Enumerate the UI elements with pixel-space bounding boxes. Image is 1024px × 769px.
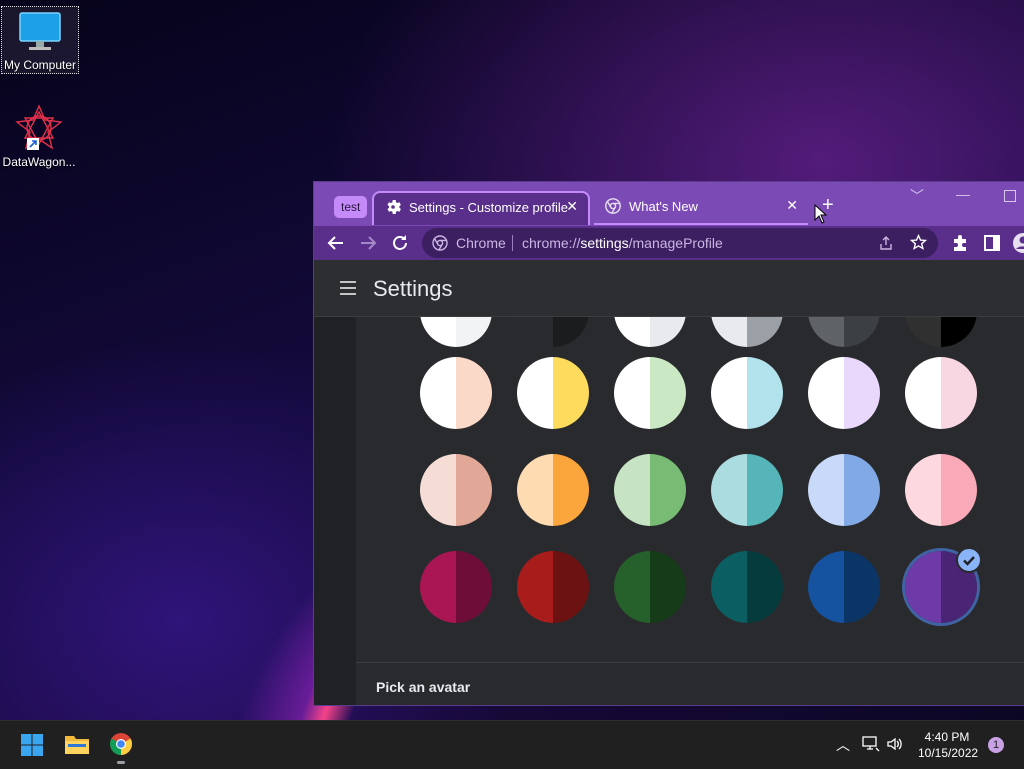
side-panel-icon[interactable] xyxy=(981,232,1003,254)
bookmark-star-icon[interactable] xyxy=(910,234,927,251)
settings-nav-gutter xyxy=(314,317,356,705)
theme-color-swatch[interactable] xyxy=(517,357,589,429)
address-bar[interactable]: Chrome chrome://settings/manageProfile xyxy=(422,228,938,258)
chrome-window: test Settings - Customize profile ✕ What… xyxy=(314,182,1024,705)
notification-badge[interactable]: 1 xyxy=(988,737,1004,753)
desktop-icon-label: DataWagon... xyxy=(1,155,77,169)
tab-title: Settings - Customize profile xyxy=(409,200,568,215)
theme-color-swatch[interactable] xyxy=(614,357,686,429)
maximize-button[interactable] xyxy=(1004,190,1016,202)
desktop-icon-label: My Computer xyxy=(2,58,78,72)
chevron-up-icon[interactable]: ︿ xyxy=(836,735,850,755)
forward-arrow-icon[interactable] xyxy=(357,232,379,254)
desktop-icon-datawagon[interactable]: DataWagon... xyxy=(1,104,77,172)
theme-color-swatch[interactable] xyxy=(808,551,880,623)
theme-color-swatch[interactable] xyxy=(808,357,880,429)
system-clock[interactable]: 4:40 PM 10/15/2022 xyxy=(918,729,976,761)
tab-close-button[interactable]: ✕ xyxy=(786,197,798,214)
theme-color-swatch[interactable] xyxy=(711,317,783,347)
theme-color-swatch[interactable] xyxy=(614,454,686,526)
profile-avatar-icon[interactable] xyxy=(1012,232,1024,254)
section-divider xyxy=(356,662,1024,663)
theme-color-swatch[interactable] xyxy=(517,317,589,347)
chrome-icon xyxy=(605,198,621,214)
clock-time: 4:40 PM xyxy=(918,729,976,745)
omnibox-url: chrome://settings/manageProfile xyxy=(522,235,723,251)
browser-toolbar: Chrome chrome://settings/manageProfile xyxy=(314,226,1024,260)
extensions-puzzle-icon[interactable] xyxy=(949,232,971,254)
theme-color-swatch[interactable] xyxy=(517,454,589,526)
theme-color-swatch[interactable] xyxy=(905,317,977,347)
theme-color-swatch[interactable] xyxy=(420,551,492,623)
reload-icon[interactable] xyxy=(389,232,411,254)
theme-color-swatch[interactable] xyxy=(420,357,492,429)
desktop-icon-my-computer[interactable]: My Computer xyxy=(1,6,79,74)
volume-icon[interactable] xyxy=(886,736,904,752)
gear-icon xyxy=(385,199,401,215)
chrome-icon xyxy=(432,235,448,251)
running-app-indicator xyxy=(117,761,125,764)
tab-group-chip[interactable]: test xyxy=(334,196,367,218)
theme-color-swatch[interactable] xyxy=(905,454,977,526)
chrome-taskbar-icon[interactable] xyxy=(109,732,133,756)
back-arrow-icon[interactable] xyxy=(325,232,347,254)
tab-title: What's New xyxy=(629,199,698,214)
theme-color-swatch[interactable] xyxy=(614,317,686,347)
monitor-icon xyxy=(18,11,62,53)
pick-avatar-heading: Pick an avatar xyxy=(376,679,470,695)
tab-search-chevron-icon[interactable]: ﹀ xyxy=(910,186,924,206)
omnibox-origin-label: Chrome xyxy=(456,235,506,251)
customize-profile-content: Pick an avatar xyxy=(356,317,1024,705)
hamburger-menu-icon[interactable] xyxy=(339,280,357,296)
theme-color-swatch[interactable] xyxy=(711,551,783,623)
tab-whats-new[interactable]: What's New ✕ xyxy=(594,191,808,225)
windows-start-icon[interactable] xyxy=(20,733,44,757)
settings-header: Settings xyxy=(314,260,1024,317)
page-title: Settings xyxy=(373,276,453,302)
taskbar: ︿ 4:40 PM 10/15/2022 1 xyxy=(0,720,1024,769)
selected-check-icon xyxy=(956,547,982,573)
theme-color-swatch[interactable] xyxy=(808,454,880,526)
tab-strip: test Settings - Customize profile ✕ What… xyxy=(314,182,1024,226)
clock-date: 10/15/2022 xyxy=(918,745,976,761)
theme-color-swatch[interactable] xyxy=(420,454,492,526)
tab-close-button[interactable]: ✕ xyxy=(566,198,578,215)
network-icon[interactable] xyxy=(862,736,880,752)
minimize-button[interactable]: — xyxy=(956,186,970,202)
theme-color-swatch[interactable] xyxy=(517,551,589,623)
file-explorer-icon[interactable] xyxy=(64,733,90,755)
omnibox-separator xyxy=(512,235,513,251)
theme-color-swatch[interactable] xyxy=(711,454,783,526)
tab-settings-customize-profile[interactable]: Settings - Customize profile ✕ xyxy=(372,191,590,225)
theme-color-swatch[interactable] xyxy=(905,357,977,429)
theme-color-swatch[interactable] xyxy=(808,317,880,347)
theme-color-swatch[interactable] xyxy=(420,317,492,347)
mouse-cursor-icon xyxy=(814,204,828,224)
datawagon-icon xyxy=(15,104,63,150)
theme-color-swatch[interactable] xyxy=(711,357,783,429)
share-icon[interactable] xyxy=(878,235,894,251)
theme-color-swatch[interactable] xyxy=(614,551,686,623)
